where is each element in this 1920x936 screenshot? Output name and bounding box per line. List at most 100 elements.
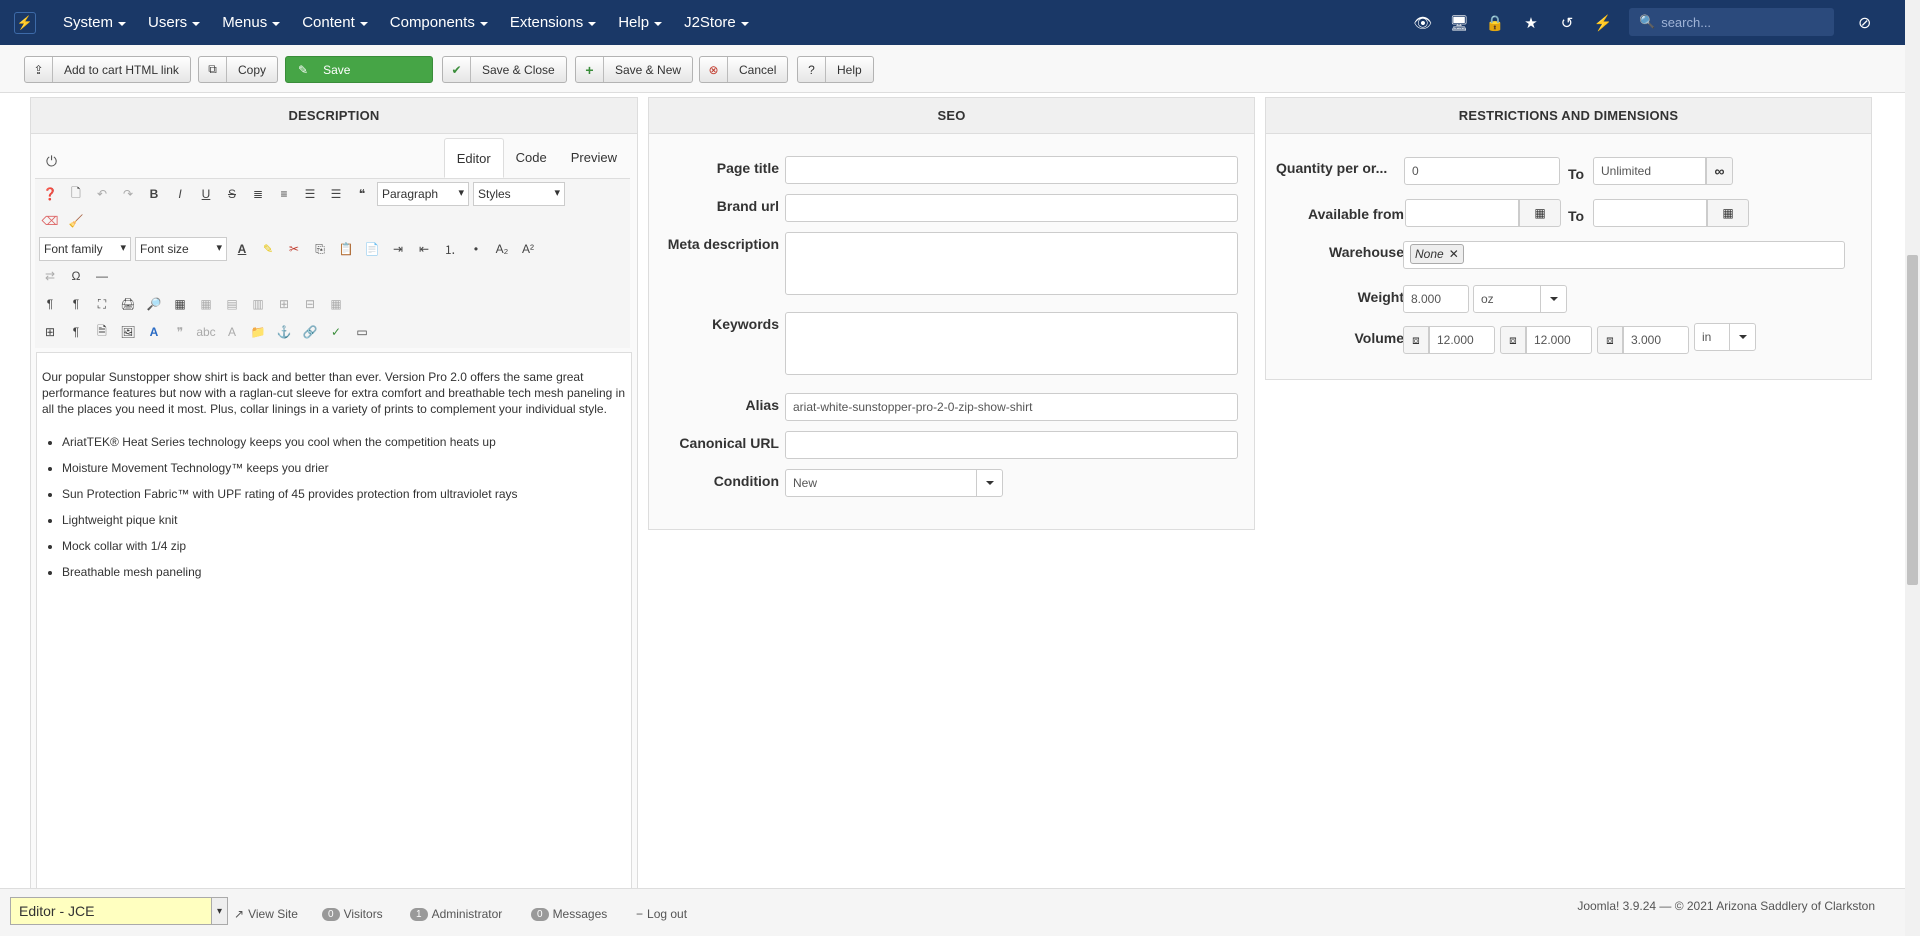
save-button[interactable]: ✎ Save [285,56,433,83]
spellcheck-icon[interactable]: ✓ [325,321,347,343]
omega-icon[interactable]: Ω [65,265,87,287]
font-family-select[interactable]: Font family [39,237,131,261]
file-manager-icon[interactable]: 📁 [247,321,269,343]
horizontal-rule-icon[interactable]: ― [91,265,113,287]
menu-content[interactable]: Content [302,14,368,31]
ltr-icon[interactable]: ¶ [39,293,61,315]
available-to-input[interactable] [1593,199,1707,227]
table-row-icon[interactable]: ▤ [221,293,243,315]
table-col-icon[interactable]: ▥ [247,293,269,315]
power-icon[interactable]: ⏻ [46,153,57,170]
anchor-icon[interactable]: ⚓ [273,321,295,343]
infinity-button[interactable]: ∞ [1706,157,1733,185]
new-document-icon[interactable]: 🗋 [65,183,87,205]
paragraph-select[interactable]: Paragraph [377,182,469,206]
table-split-icon[interactable]: ⊟ [299,293,321,315]
quantity-max-input[interactable]: Unlimited [1593,157,1706,185]
logout-link[interactable]: − Log out [636,907,687,921]
view-site-link[interactable]: ↗ View Site [234,907,298,921]
bolt-icon[interactable]: ⚡ [1585,14,1621,32]
tab-code[interactable]: Code [504,138,559,178]
highlight-icon[interactable]: ✎ [257,238,279,260]
copy-button[interactable]: ⧉ Copy [198,56,279,83]
warehouse-chip[interactable]: None ✕ [1410,244,1464,264]
rtl-icon[interactable]: ¶ [65,293,87,315]
quantity-min-input[interactable]: 0 [1404,157,1560,185]
align-right-icon[interactable]: ☰ [325,183,347,205]
font-color-icon[interactable]: A [231,238,253,260]
align-center-icon[interactable]: ≡ [273,183,295,205]
redo-icon[interactable]: ↷ [117,183,139,205]
add-to-cart-html-link-button[interactable]: ⇪ Add to cart HTML link [24,56,191,83]
search-input[interactable]: 🔍 search... [1629,8,1834,36]
style-icon[interactable]: A [143,321,165,343]
cancel-button[interactable]: ⊗ Cancel [699,56,789,83]
admin-status[interactable]: 1 Administrator [410,907,502,921]
menu-users[interactable]: Users [148,14,201,31]
table-delete-icon[interactable]: ▦ [195,293,217,315]
bullet-list-icon[interactable]: • [465,238,487,260]
help-icon[interactable]: ❓ [39,183,61,205]
grid-icon[interactable]: ⊞ [39,321,61,343]
menu-menus[interactable]: Menus [222,14,281,31]
joomla-logo-icon[interactable]: ⚡ [14,11,36,34]
help-button[interactable]: ? Help [797,56,874,83]
brand-url-input[interactable] [785,194,1238,222]
menu-help[interactable]: Help [618,14,663,31]
star-icon[interactable]: ★ [1513,14,1549,32]
volume-unit-select[interactable]: in [1694,323,1756,351]
eye-icon[interactable]: 👁 [1405,14,1441,32]
lock-icon[interactable]: 🔒 [1477,14,1513,32]
bold-icon[interactable]: B [143,183,165,205]
superscript-icon[interactable]: A² [517,238,539,260]
text-direction-icon[interactable]: ⇄ [39,265,61,287]
search-replace-icon[interactable]: 🔎 [143,293,165,315]
table-merge-icon[interactable]: ⊞ [273,293,295,315]
menu-extensions[interactable]: Extensions [510,14,597,31]
abbr-icon[interactable]: abc [195,321,217,343]
pilcrow-icon[interactable]: ¶ [65,321,87,343]
close-icon[interactable]: ✕ [1449,247,1459,261]
save-close-button[interactable]: ✔ Save & Close [442,56,567,83]
table-icon[interactable]: ▦ [169,293,191,315]
strikethrough-icon[interactable]: S [221,183,243,205]
subscript-icon[interactable]: A₂ [491,238,513,260]
font-size-select[interactable]: Font size [135,237,227,261]
messages-status[interactable]: 0 Messages [531,907,607,921]
length-input[interactable]: 12.000 [1429,326,1495,354]
user-menu-icon[interactable]: ⊘ [1858,13,1871,33]
meta-description-textarea[interactable] [785,232,1238,295]
condition-select[interactable]: New [785,469,1003,497]
styles-select[interactable]: Styles [473,182,565,206]
menu-j2store[interactable]: J2Store [684,14,749,31]
image-icon[interactable]: 🖼 [117,321,139,343]
align-left-icon[interactable]: ☰ [299,183,321,205]
numbered-list-icon[interactable]: ⒈ [439,238,461,260]
blockquote-icon[interactable]: ❝ [351,183,373,205]
italic-icon[interactable]: I [169,183,191,205]
paste-text-icon[interactable]: 📄 [361,238,383,260]
weight-input[interactable]: 8.000 [1403,285,1469,313]
copy-format-icon[interactable]: ⎘ [309,238,331,260]
media-icon[interactable]: ▭ [351,321,373,343]
align-justify-icon[interactable]: ≣ [247,183,269,205]
cleanup-icon[interactable]: 🧹 [65,210,87,232]
fullscreen-icon[interactable]: ⛶ [91,293,113,315]
keywords-textarea[interactable] [785,312,1238,375]
calendar-button[interactable]: ▦ [1707,199,1749,227]
alias-input[interactable]: ariat-white-sunstopper-pro-2-0-zip-show-… [785,393,1238,421]
available-from-input[interactable] [1405,199,1519,227]
article-icon[interactable]: 🗎 [91,321,113,343]
tab-editor[interactable]: Editor [443,138,504,178]
editor-content[interactable]: Our popular Sunstopper show shirt is bac… [36,352,632,892]
calendar-button[interactable]: ▦ [1519,199,1561,227]
tab-preview[interactable]: Preview [559,138,629,178]
warehouse-select[interactable] [1403,241,1845,269]
undo-icon[interactable]: ↶ [91,183,113,205]
canonical-url-input[interactable] [785,431,1238,459]
quote-icon[interactable]: ❞ [169,321,191,343]
weight-unit-select[interactable]: oz [1473,285,1567,313]
print-icon[interactable]: 🖨 [117,293,139,315]
link-icon[interactable]: 🔗 [299,321,321,343]
history-icon[interactable]: ↺ [1549,14,1585,32]
